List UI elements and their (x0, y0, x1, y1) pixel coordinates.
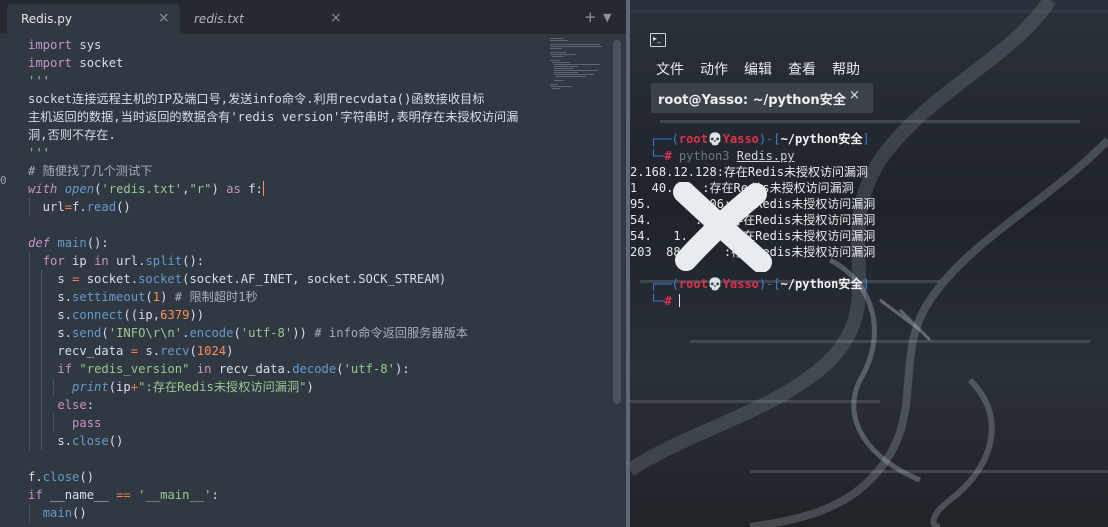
code-area[interactable]: import sys import socket ''' socket连接远程主… (0, 36, 548, 527)
skull-icon: 💀 (707, 277, 723, 291)
keyword-import: import (28, 38, 73, 52)
prompt-line: ┌──(root💀Yasso)-[~/python安全] (650, 132, 870, 146)
keyword-import: import (28, 56, 73, 70)
tab-redis-py[interactable]: Redis.py × (7, 4, 180, 34)
menu-view[interactable]: 查看 (788, 59, 816, 79)
output-line: 2.168.12.128:存在Redis未授权访问漏洞 (630, 165, 869, 179)
tab-label: Redis.py (21, 12, 72, 26)
command-line: └─# python3 Redis.py (650, 149, 795, 163)
menu-help[interactable]: 帮助 (832, 59, 860, 79)
code-line: 洞,否则不存在. (28, 128, 116, 142)
code-line: s = socket.socket(socket.AF_INET, socket… (28, 270, 447, 288)
code-line: import sys (28, 38, 102, 52)
terminal-tab-title: root@Yasso: ~/python安全 (658, 93, 846, 108)
skull-icon: 💀 (707, 132, 723, 146)
code-line: ''' (28, 74, 51, 88)
close-icon[interactable]: × (158, 10, 170, 26)
terminal-cursor (678, 294, 680, 307)
text-cursor (262, 181, 264, 196)
code-line: for ip in url.split(): (28, 252, 204, 270)
code-comment: # 随便找了几个测试下 (28, 164, 153, 178)
code-line: pass (28, 414, 101, 432)
close-icon[interactable]: × (849, 88, 860, 103)
terminal-icon: ▸_ (650, 33, 666, 47)
tab-label: redis.txt (194, 12, 244, 26)
close-icon[interactable]: × (330, 10, 342, 26)
new-tab-button[interactable]: + (584, 8, 597, 26)
code-line: url=f.read() (28, 198, 131, 216)
code-line: else: (28, 396, 94, 414)
code-line: s.settimeout(1) # 限制超时1秒 (28, 288, 258, 306)
editor-tab-bar: Redis.py × redis.txt × + ▼ (0, 0, 626, 34)
code-line: ''' (28, 146, 51, 160)
code-line: s.send('INFO\r\n'.encode('utf-8')) # inf… (28, 324, 468, 342)
tab-menu-button[interactable]: ▼ (603, 11, 611, 24)
code-line: s.close() (28, 432, 124, 450)
menu-edit[interactable]: 编辑 (744, 59, 772, 79)
redaction-mark-icon (673, 182, 772, 272)
code-line: with open('redis.txt',"r") as f: (28, 181, 264, 196)
code-line: f.close() (28, 470, 95, 484)
code-line: main() (28, 504, 87, 522)
prompt-line: ┌──(root💀Yasso)-[~/python安全] (650, 277, 870, 291)
terminal-window[interactable]: ▸_ 文件 动作 编辑 查看 帮助 root@Yasso: ~/python安全… (630, 0, 1108, 527)
editor-scrollbar[interactable] (613, 40, 621, 404)
code-line: import socket (28, 56, 124, 70)
menu-actions[interactable]: 动作 (700, 59, 728, 79)
code-line: def main(): (28, 236, 109, 250)
code-line: print(ip+":存在Redis未授权访问漏洞") (28, 378, 314, 396)
code-line: if "redis_version" in recv_data.decode('… (28, 360, 410, 378)
code-line: s.connect((ip,6379)) (28, 306, 205, 324)
command-line: └─# (650, 293, 680, 309)
code-line: 主机返回的数据,当时返回的数据含有'redis version'字符串时,表明存… (28, 110, 519, 124)
tab-redis-txt[interactable]: redis.txt × (180, 4, 350, 34)
menu-file[interactable]: 文件 (656, 59, 684, 79)
code-line: recv_data = s.recv(1024) (28, 342, 234, 360)
minimap[interactable] (549, 36, 611, 96)
code-line: if __name__ == '__main__': (28, 488, 219, 502)
code-line: socket连接远程主机的IP及端口号,发送info命令.利用recvdata(… (28, 92, 485, 106)
terminal-tab[interactable]: root@Yasso: ~/python安全 × (651, 83, 873, 113)
code-editor[interactable]: Redis.py × redis.txt × + ▼ 0 import sys … (0, 0, 626, 527)
